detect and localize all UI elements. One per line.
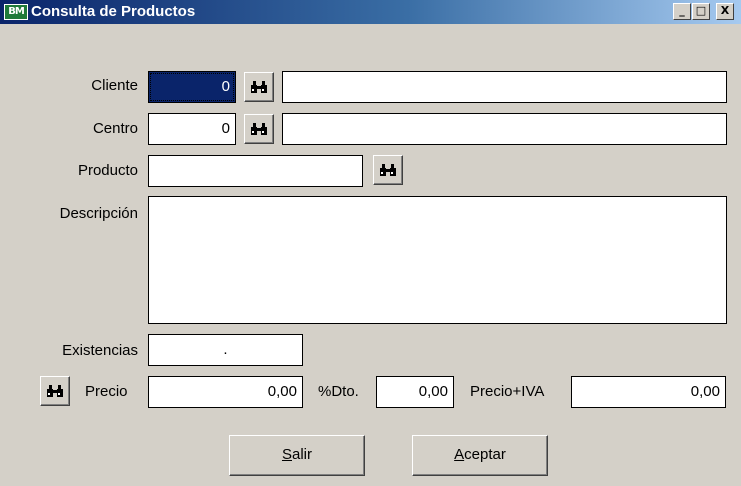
dto-field: 0,00 (376, 376, 454, 408)
existencias-field: . (148, 334, 303, 366)
existencias-label: Existencias (62, 342, 138, 359)
salir-mnemonic: S (281, 446, 292, 463)
binoculars-icon (47, 385, 63, 397)
producto-field[interactable] (148, 155, 363, 187)
centro-code-field[interactable]: 0 (148, 113, 236, 145)
window-title: Consulta de Productos (31, 3, 196, 20)
app-icon[interactable]: BM (4, 4, 28, 20)
cliente-code-field[interactable]: 0 (148, 71, 236, 103)
precio-iva-label: Precio+IVA (470, 383, 545, 400)
aceptar-button[interactable]: Aceptar (412, 435, 548, 476)
centro-search-button[interactable] (244, 114, 274, 144)
descripcion-label: Descripción (59, 205, 138, 222)
aceptar-label-rest: ceptar (464, 446, 506, 463)
precio-search-button[interactable] (40, 376, 70, 406)
binoculars-icon (251, 81, 267, 93)
producto-label: Producto (77, 162, 138, 179)
centro-label: Centro (92, 120, 138, 137)
precio-label: Precio (85, 383, 128, 400)
close-button[interactable]: X (716, 3, 734, 20)
cliente-search-button[interactable] (244, 72, 274, 102)
salir-label-rest: alir (292, 446, 313, 463)
aceptar-mnemonic: A (454, 446, 465, 463)
cliente-name-field[interactable] (282, 71, 727, 103)
title-bar[interactable]: BM Consulta de Productos _ □ X (0, 0, 741, 24)
binoculars-icon (380, 164, 396, 176)
cliente-label: Cliente (91, 77, 138, 94)
minimize-button[interactable]: _ (673, 3, 691, 20)
centro-name-field[interactable] (282, 113, 727, 145)
binoculars-icon (251, 123, 267, 135)
maximize-button[interactable]: □ (692, 3, 710, 20)
dto-label: %Dto. (318, 383, 359, 400)
producto-search-button[interactable] (373, 155, 403, 185)
descripcion-textarea[interactable] (148, 196, 727, 324)
precio-field: 0,00 (148, 376, 303, 408)
precio-iva-field: 0,00 (571, 376, 726, 408)
salir-button[interactable]: Salir (229, 435, 365, 476)
